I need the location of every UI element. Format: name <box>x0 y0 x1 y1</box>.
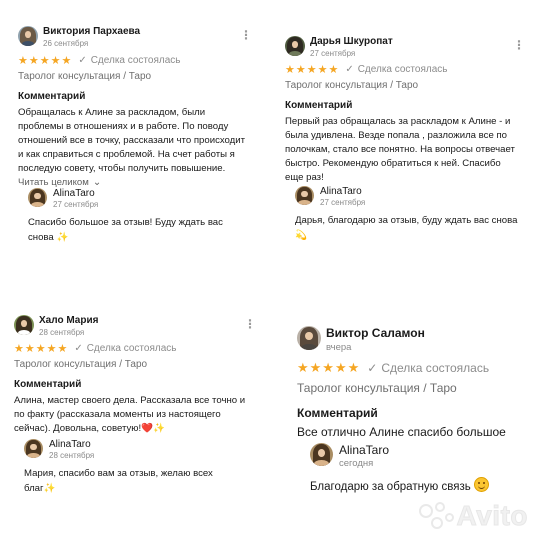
reviewer-name[interactable]: Виктория Пархаева <box>43 26 140 38</box>
service-category: Таролог консультация / Таро <box>18 71 152 82</box>
seller-avatar[interactable] <box>24 439 43 458</box>
comment-text: Обращалась к Алине за раскладом, были пр… <box>18 107 246 174</box>
heart-sparkles-emoji: ❤️✨ <box>141 423 166 434</box>
review-date: 27 сентября <box>310 49 356 58</box>
comment-text: Первый раз обращалась за раскладом к Али… <box>285 116 515 183</box>
reply-date: 27 сентября <box>320 198 366 207</box>
reply-date: 28 сентября <box>49 451 95 460</box>
reply-text-content: Благодарю за обратную связь <box>310 481 471 493</box>
reply-date: 27 сентября <box>53 200 99 209</box>
comment-text-content: Алина, мастер своего дела. Рассказала вс… <box>14 395 246 434</box>
seller-reply-3: AlinaTaro 28 сентября Мария, спасибо вам… <box>24 439 254 496</box>
reviewer-avatar[interactable] <box>297 326 321 350</box>
reply-text: Дарья, благодарю за отзыв, буду ждать ва… <box>295 213 531 243</box>
read-more-link[interactable]: Читать целиком ⌄ <box>18 177 258 188</box>
review-date: 28 сентября <box>39 328 85 337</box>
deal-status: Сделка состоялась <box>357 64 448 75</box>
review-header: Виктория Пархаева 26 сентября ⋮ <box>18 26 258 50</box>
reviewer-name[interactable]: Дарья Шкуропат <box>310 36 393 48</box>
reply-text-content: Дарья, благодарю за отзыв, буду ждать ва… <box>295 215 518 226</box>
review-date: вчера <box>326 342 352 353</box>
reviewer-avatar[interactable] <box>285 36 305 56</box>
service-category: Таролог консультация / Таро <box>285 80 419 91</box>
avito-logo-icon <box>417 501 457 531</box>
seller-name[interactable]: AlinaTaro <box>49 439 94 450</box>
check-icon: ✓ <box>345 64 354 75</box>
review-card-1: Виктория Пархаева 26 сентября ⋮ ★★★★★ ✓ С… <box>18 26 258 188</box>
reviewer-name[interactable]: Хало Мария <box>39 315 98 327</box>
seller-reply-4: AlinaTaro сегодня Благодарю за обратную … <box>310 443 535 495</box>
rating-stars: ★★★★★ <box>285 64 340 76</box>
review-card-3: Хало Мария 28 сентября ⋮ ★★★★★ ✓ Сделка с… <box>14 315 256 436</box>
avito-wordmark: Avito <box>456 500 528 532</box>
seller-reply-1: AlinaTaro 27 сентября Спасибо большое за… <box>28 188 258 245</box>
rating-stars: ★★★★★ <box>297 360 361 375</box>
seller-name[interactable]: AlinaTaro <box>53 188 98 199</box>
kebab-menu-icon[interactable]: ⋮ <box>244 317 256 331</box>
reply-text: Мария, спасибо вам за отзыв, желаю всех … <box>24 466 254 496</box>
seller-reply-2: AlinaTaro 27 сентября Дарья, благодарю з… <box>295 186 531 243</box>
dizzy-emoji: 💫 <box>295 230 307 241</box>
review-card-2: Дарья Шкуропат 27 сентября ⋮ ★★★★★ ✓ Сдел… <box>285 36 525 185</box>
reply-date: сегодня <box>339 458 374 469</box>
check-icon: ✓ <box>74 343 83 354</box>
kebab-menu-icon[interactable]: ⋮ <box>240 28 252 42</box>
deal-status: Сделка состоялась <box>86 343 177 354</box>
kebab-menu-icon[interactable]: ⋮ <box>513 38 525 52</box>
read-more-label[interactable]: Читать целиком <box>18 177 89 188</box>
seller-name[interactable]: AlinaTaro <box>339 443 389 457</box>
check-icon: ✓ <box>78 55 87 66</box>
reply-text: Благодарю за обратную связь <box>310 477 535 495</box>
avito-watermark: Avito <box>417 500 528 532</box>
sparkles-emoji: ✨ <box>56 232 69 243</box>
seller-name[interactable]: AlinaTaro <box>320 186 365 197</box>
comment-text: Все отлично Алине спасибо большое <box>297 425 506 439</box>
seller-avatar[interactable] <box>295 186 314 205</box>
service-category: Таролог консультация / Таро <box>297 381 457 395</box>
deal-status: Сделка состоялась <box>90 55 181 66</box>
reviewer-name[interactable]: Виктор Саламон <box>326 326 425 341</box>
deal-status: Сделка состоялась <box>381 361 490 375</box>
comment-text: Алина, мастер своего дела. Рассказала вс… <box>14 394 254 436</box>
comment-title: Комментарий <box>18 91 86 102</box>
sparkles-emoji: ✨ <box>43 483 56 494</box>
reviewer-avatar[interactable] <box>14 315 34 335</box>
comment-title: Комментарий <box>14 379 82 390</box>
rating-stars: ★★★★★ <box>14 343 69 355</box>
service-category: Таролог консультация / Таро <box>14 359 148 370</box>
seller-avatar[interactable] <box>28 188 47 207</box>
review-date: 26 сентября <box>43 39 89 48</box>
reviewer-avatar[interactable] <box>18 26 38 46</box>
comment-title: Комментарий <box>285 100 353 111</box>
chevron-down-icon[interactable]: ⌄ <box>93 177 101 187</box>
comment-title: Комментарий <box>297 406 378 420</box>
seller-avatar[interactable] <box>310 443 333 466</box>
rating-stars: ★★★★★ <box>18 55 73 67</box>
smiling-face-emoji <box>473 477 489 492</box>
check-icon: ✓ <box>367 361 378 375</box>
review-card-4: Виктор Саламон вчера ★★★★★ ✓ Сделка состо… <box>297 326 537 440</box>
reply-text: Спасибо большое за отзыв! Буду ждать вас… <box>28 215 258 245</box>
